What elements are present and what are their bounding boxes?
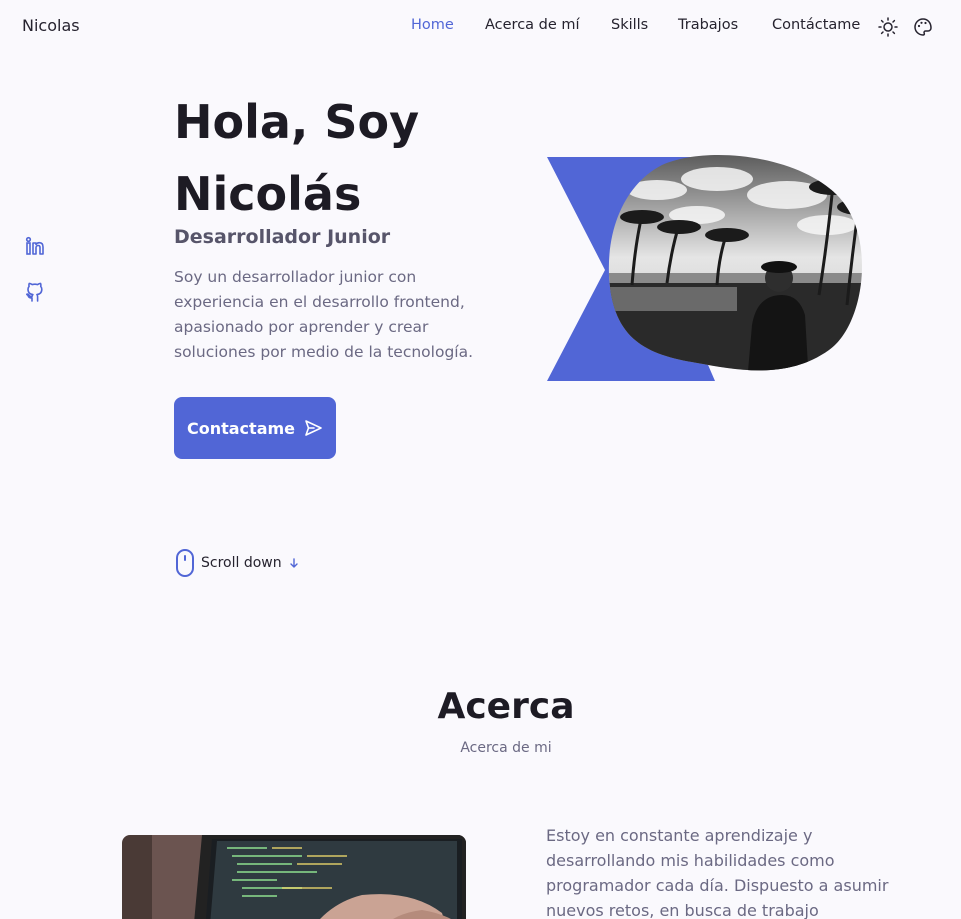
social-linkedin[interactable]	[25, 236, 45, 256]
contact-button-label: Contactame	[186, 418, 296, 438]
scroll-down-label: Scroll down	[201, 555, 282, 571]
site-header: Nicolas Home Acerca de mí Skills Trabajo…	[0, 0, 961, 54]
hero-description: Soy un desarrollador junior con experien…	[174, 268, 474, 361]
nav-skills[interactable]: Skills	[611, 17, 648, 33]
scroll-down-link[interactable]: Scroll down	[175, 548, 300, 578]
nav-works[interactable]: Trabajos	[678, 17, 738, 33]
palette-icon[interactable]	[913, 17, 933, 37]
hero-profile-image	[547, 155, 862, 381]
hero-subtitle: Desarrollador Junior	[174, 226, 391, 248]
hero-title: Hola, Soy Nicolás	[174, 95, 420, 221]
nav-about[interactable]: Acerca de mí	[485, 17, 580, 33]
about-section-subtitle: Acerca de mi	[460, 740, 552, 756]
social-github[interactable]	[25, 281, 45, 303]
send-icon	[305, 420, 322, 436]
contact-button[interactable]: Contactame	[174, 397, 336, 459]
about-section-title: Acerca	[437, 686, 575, 727]
github-icon	[25, 282, 43, 302]
logo-link[interactable]: Nicolas	[22, 16, 80, 35]
about-text: Estoy en constante aprendizaje y desarro…	[546, 826, 889, 919]
about-image	[122, 835, 466, 919]
sun-icon[interactable]	[878, 17, 898, 37]
nav-home[interactable]: Home	[411, 17, 454, 33]
linkedin-icon	[25, 236, 44, 255]
arrow-down-icon	[289, 558, 298, 568]
nav-contact[interactable]: Contáctame	[772, 17, 860, 33]
mouse-icon	[176, 549, 194, 577]
